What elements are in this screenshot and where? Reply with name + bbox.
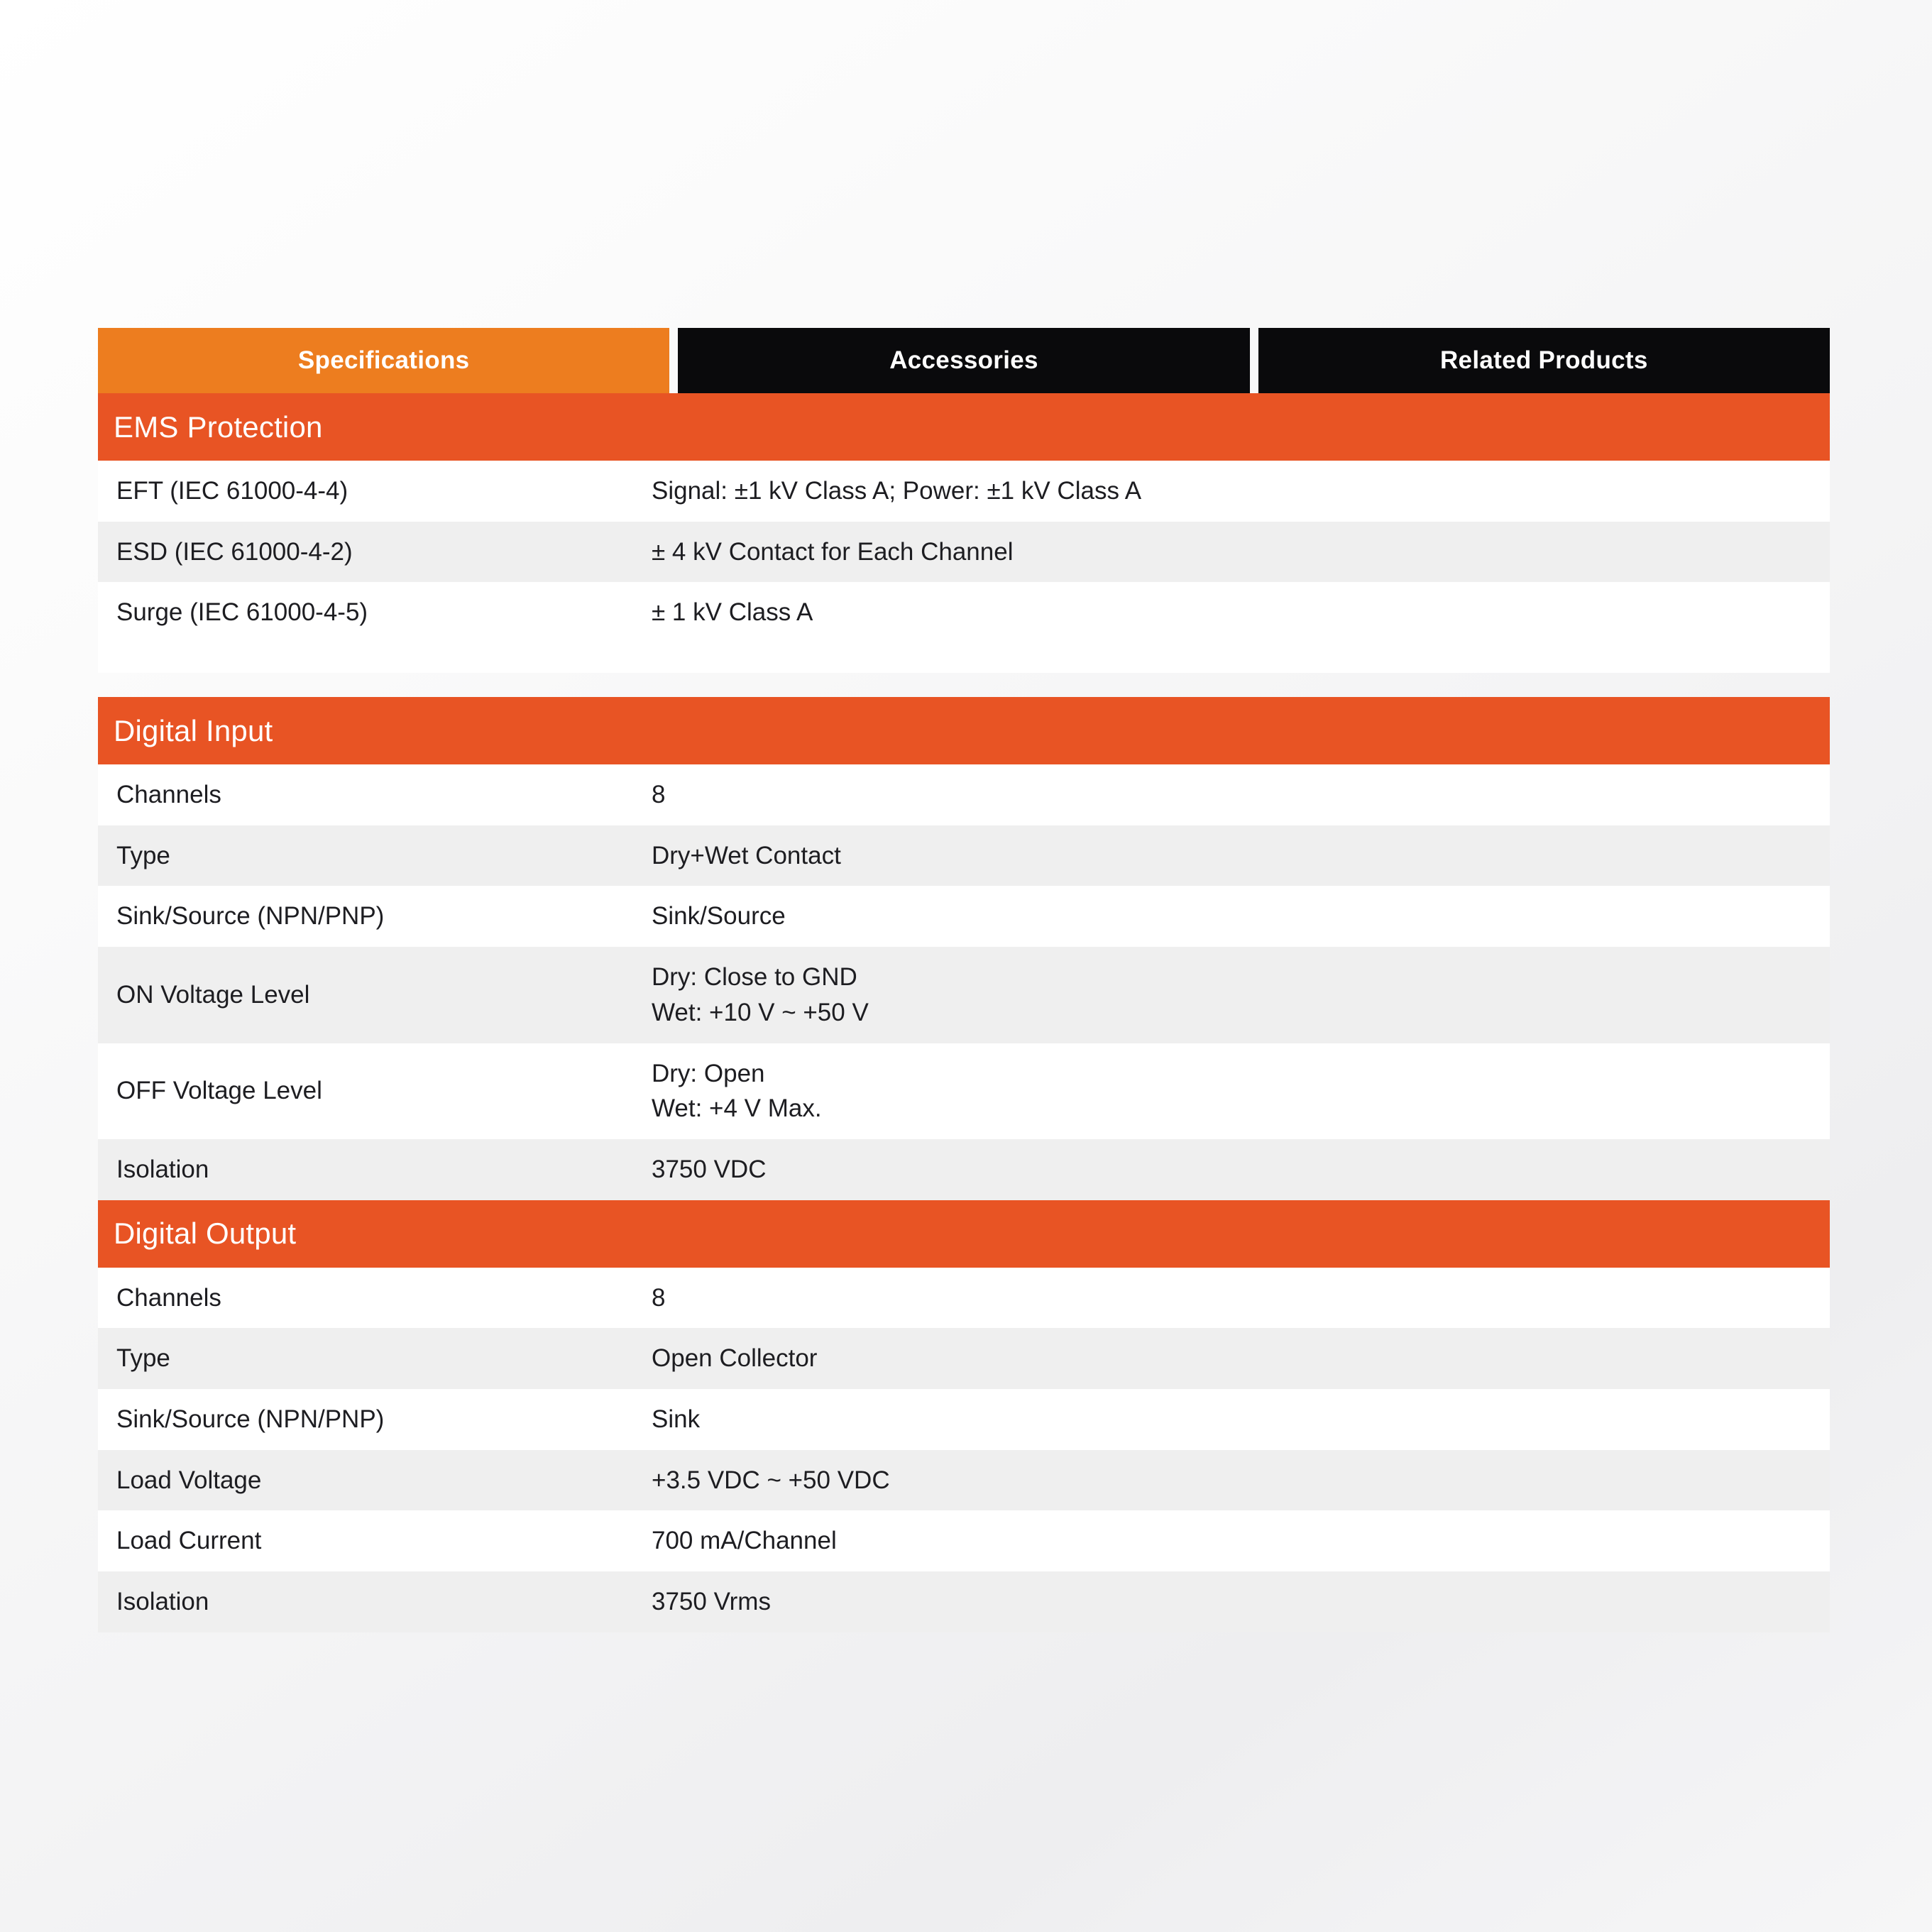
spec-label: OFF Voltage Level: [116, 1077, 322, 1105]
tab-specifications-label: Specifications: [297, 346, 470, 374]
spec-label: Type: [116, 841, 170, 869]
spec-value: Signal: ±1 kV Class A; Power: ±1 kV Clas…: [652, 477, 1142, 505]
spec-value: 3750 Vrms: [652, 1588, 771, 1615]
section-title: Digital Output: [114, 1217, 297, 1251]
table-row: Channels 8: [98, 764, 1830, 825]
spec-label: Isolation: [116, 1155, 209, 1183]
section-header-digital-output: Digital Output: [98, 1200, 1830, 1268]
spec-label: Channels: [116, 1283, 221, 1312]
spec-label: Load Current: [116, 1527, 262, 1555]
section-title: Digital Input: [114, 713, 273, 747]
spec-value: Sink/Source: [652, 902, 786, 931]
table-row: Isolation 3750 Vrms: [98, 1571, 1830, 1632]
section-header-digital-input: Digital Input: [98, 697, 1830, 765]
spec-value: 3750 VDC: [652, 1155, 767, 1183]
spec-rows-ems-protection: EFT (IEC 61000-4-4) Signal: ±1 kV Class …: [98, 461, 1830, 674]
table-row: Type Dry+Wet Contact: [98, 825, 1830, 887]
spec-value: 700 mA/Channel: [652, 1527, 837, 1555]
specifications-panel: Specifications Accessories Related Produ…: [98, 328, 1830, 1632]
spec-value: 8: [652, 1283, 666, 1312]
spec-label: Sink/Source (NPN/PNP): [116, 902, 385, 931]
table-row: OFF Voltage Level Dry: Open Wet: +4 V Ma…: [98, 1043, 1830, 1139]
spec-value: Sink: [652, 1405, 701, 1433]
table-row: Channels 8: [98, 1267, 1830, 1329]
table-row: Load Current 700 mA/Channel: [98, 1510, 1830, 1571]
section-header-ems-protection: EMS Protection: [98, 393, 1830, 461]
table-row: Sink/Source (NPN/PNP) Sink/Source: [98, 886, 1830, 948]
table-row: Type Open Collector: [98, 1328, 1830, 1389]
spec-label: Isolation: [116, 1588, 209, 1615]
spec-value: Dry: Close to GND Wet: +10 V ~ +50 V: [652, 963, 869, 1026]
spec-value: 8: [652, 781, 666, 809]
spec-label: Channels: [116, 781, 221, 809]
spec-value: ± 4 kV Contact for Each Channel: [652, 537, 1014, 566]
table-row: ESD (IEC 61000-4-2) ± 4 kV Contact for E…: [98, 521, 1830, 583]
spec-label: ESD (IEC 61000-4-2): [116, 537, 353, 566]
section-tail-spacer: [98, 643, 1830, 674]
table-row: Load Voltage +3.5 VDC ~ +50 VDC: [98, 1449, 1830, 1511]
spec-label: Surge (IEC 61000-4-5): [116, 598, 368, 627]
table-row: Isolation 3750 VDC: [98, 1138, 1830, 1200]
spec-label: Type: [116, 1344, 170, 1373]
spec-value: Dry: Open Wet: +4 V Max.: [652, 1059, 822, 1123]
spec-rows-digital-input: Channels 8 Type Dry+Wet Contact Sink/Sou…: [98, 764, 1830, 1200]
spec-label: Sink/Source (NPN/PNP): [116, 1405, 385, 1433]
spec-value: Dry+Wet Contact: [652, 841, 841, 869]
tab-accessories[interactable]: Accessories: [678, 328, 1250, 393]
section-title: EMS Protection: [114, 410, 323, 444]
tab-specifications[interactable]: Specifications: [98, 328, 670, 393]
table-row: EFT (IEC 61000-4-4) Signal: ±1 kV Class …: [98, 461, 1830, 522]
tab-related-products-label: Related Products: [1439, 346, 1648, 374]
spec-label: EFT (IEC 61000-4-4): [116, 477, 348, 505]
table-row: Sink/Source (NPN/PNP) Sink: [98, 1388, 1830, 1450]
table-row: Surge (IEC 61000-4-5) ± 1 kV Class A: [98, 582, 1830, 644]
spec-value: +3.5 VDC ~ +50 VDC: [652, 1466, 890, 1494]
spec-label: Load Voltage: [116, 1466, 262, 1494]
tab-accessories-label: Accessories: [889, 346, 1038, 374]
tab-related-products[interactable]: Related Products: [1258, 328, 1830, 393]
table-row: ON Voltage Level Dry: Close to GND Wet: …: [98, 947, 1830, 1043]
spec-value: ± 1 kV Class A: [652, 598, 813, 627]
spec-value: Open Collector: [652, 1344, 818, 1373]
spec-label: ON Voltage Level: [116, 980, 310, 1009]
spec-rows-digital-output: Channels 8 Type Open Collector Sink/Sour…: [98, 1267, 1830, 1632]
product-tab-bar: Specifications Accessories Related Produ…: [98, 328, 1830, 393]
